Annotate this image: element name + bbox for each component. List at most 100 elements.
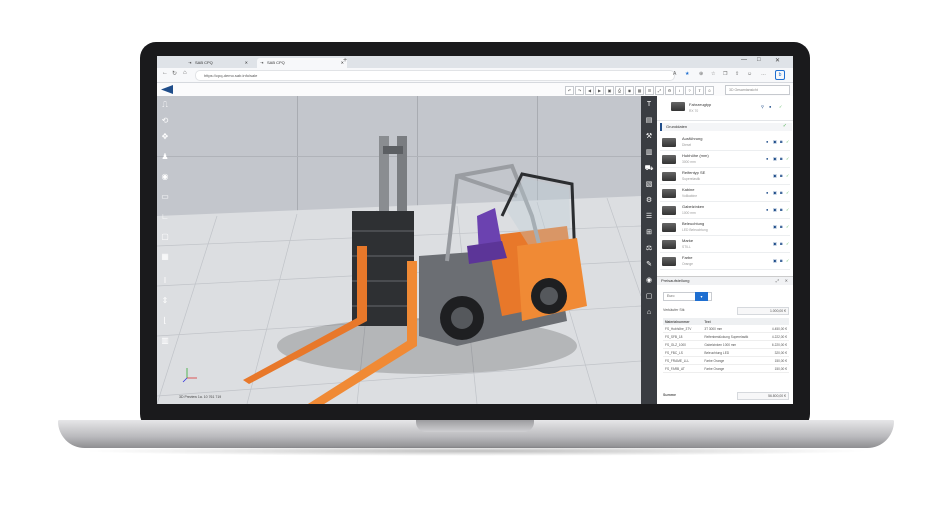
measure-tool-icon[interactable]: ⎍ [160, 100, 170, 110]
config-icon[interactable]: ⚒ [644, 132, 654, 142]
eye-tool-icon[interactable]: ◉ [160, 172, 170, 182]
toolbar-print-icon[interactable]: ⎙ [615, 86, 624, 95]
read-aloud-icon[interactable]: A [673, 71, 676, 77]
scale-icon[interactable]: ⚖ [644, 244, 654, 254]
option-item[interactable]: Marke STILL ▣ ◙ ✓ [660, 236, 790, 253]
close-icon[interactable]: ✕ [785, 278, 788, 283]
table-row[interactable]: FS_FRAME_LLL Farbe Orange 150,00 € [663, 356, 789, 365]
toolbar-settings-icon[interactable]: ⚙ [665, 86, 674, 95]
image-icon[interactable]: ▣ [773, 241, 777, 246]
maximize-button[interactable]: □ [757, 57, 761, 63]
image-icon[interactable]: ▣ [773, 224, 777, 229]
close-tab-icon[interactable]: ✕ [245, 58, 248, 68]
filter-icon[interactable]: ⚲ [761, 104, 764, 109]
section-grunddaten[interactable]: Grunddaten [660, 123, 792, 131]
toolbar-help-icon[interactable]: ? [685, 86, 694, 95]
browser-tab-2[interactable]: ⇥ SAB CPQ ✕ [257, 58, 347, 68]
option-item[interactable]: Hubhöhe (mm) 3000 mm ● ▣ ◙ ✓ [660, 151, 790, 168]
eye-icon[interactable]: ◉ [644, 276, 654, 286]
close-window-button[interactable]: ✕ [775, 57, 780, 64]
text-icon[interactable]: T [644, 100, 654, 110]
table-row[interactable]: FS_GLZ_1000 Gabelzinken 1000 mm 6.220,00… [663, 340, 789, 349]
settings-icon[interactable]: ⚙ [644, 196, 654, 206]
toolbar-view-icon[interactable]: ◉ [625, 86, 634, 95]
layers-icon[interactable]: ▧ [644, 180, 654, 190]
table-row[interactable]: FS_Hubhöhe_3TV 3T 3000 mm 4.450,00 € [663, 325, 789, 333]
url-input[interactable]: https://cpq-demo.sab.info/sale [195, 70, 675, 81]
profile-icon[interactable]: ☺ [747, 71, 752, 77]
list-icon[interactable]: ☰ [644, 212, 654, 222]
corner-tool-icon[interactable]: ⌊ [160, 316, 170, 326]
image-icon[interactable]: ▣ [773, 190, 777, 195]
camera-icon[interactable]: ◙ [780, 139, 782, 144]
reload-icon[interactable]: ↻ [172, 70, 177, 77]
toolbar-prev-icon[interactable]: ◀ [585, 86, 594, 95]
toolbar-info-icon[interactable]: i [675, 86, 684, 95]
toolbar-save-icon[interactable]: ▣ [605, 86, 614, 95]
pen-icon[interactable]: ✎ [644, 260, 654, 270]
info-icon[interactable]: ● [769, 104, 771, 109]
table-row[interactable]: FS_FARB_AT Farbe Orange 150,00 € [663, 364, 789, 373]
collections-icon[interactable]: ❐ [723, 71, 727, 77]
option-item[interactable]: Kabine Vollkabine ● ▣ ◙ ✓ [660, 185, 790, 202]
new-tab-button[interactable]: + [343, 57, 347, 64]
ruler-tool-icon[interactable]: I [160, 276, 170, 286]
minimize-button[interactable]: — [741, 57, 747, 63]
table-icon[interactable]: ▤ [644, 116, 654, 126]
info-icon[interactable]: ● [766, 156, 768, 161]
frame-icon[interactable]: ⊞ [644, 228, 654, 238]
option-item[interactable]: Reifentyp SE Superelastik ▣ ◙ ✓ [660, 168, 790, 185]
frame-tool-icon[interactable]: ▢ [160, 232, 170, 242]
box-icon[interactable]: ▢ [644, 292, 654, 302]
image-icon[interactable]: ▣ [773, 156, 777, 161]
image-icon[interactable]: ▣ [773, 258, 777, 263]
camera-icon[interactable]: ◙ [780, 241, 782, 246]
share-icon[interactable]: ⇪ [735, 71, 739, 77]
toolbar-user-icon[interactable]: ☺ [705, 86, 714, 95]
camera-icon[interactable]: ◙ [780, 190, 782, 195]
toolbar-redo-icon[interactable]: ↷ [575, 86, 584, 95]
toolbar-grid-icon[interactable]: ▦ [635, 86, 644, 95]
table-row[interactable]: FS_SFB_18 Reifenbestückung Superelastik … [663, 332, 789, 341]
section-tool-icon[interactable]: ▥ [160, 336, 170, 346]
3d-viewport[interactable] [157, 96, 641, 404]
screenshot-tool-icon[interactable]: ▭ [160, 192, 170, 202]
camera-icon[interactable]: ◙ [780, 156, 782, 161]
toolbar-list-icon[interactable]: ☰ [645, 86, 654, 95]
option-item[interactable]: Ausführung Diesel ● ▣ ◙ ✓ [660, 134, 790, 151]
image-icon[interactable]: ▣ [773, 173, 777, 178]
truck-icon[interactable]: ⛟ [644, 164, 654, 174]
pan-tool-icon[interactable]: ✥ [160, 132, 170, 142]
option-item[interactable]: Farbe Orange ▣ ◙ ✓ [660, 253, 790, 270]
angle-tool-icon[interactable]: ∟ [160, 212, 170, 222]
rotate-tool-icon[interactable]: ⟲ [160, 116, 170, 126]
browser-tab-1[interactable]: ⇥ SAB CPQ ✕ [185, 58, 251, 68]
image-icon[interactable]: ▣ [773, 207, 777, 212]
toolbar-expand-icon[interactable]: ⤢ [655, 86, 664, 95]
back-icon[interactable]: ← [162, 70, 168, 76]
info-icon[interactable]: ● [766, 190, 768, 195]
favorite-icon[interactable]: ★ [685, 71, 689, 77]
expand-icon[interactable]: ⤢ [776, 278, 779, 283]
camera-icon[interactable]: ◙ [780, 173, 782, 178]
extension-icon[interactable]: ⊕ [699, 71, 703, 77]
option-item[interactable]: Gabelzinken 1000 mm ● ▣ ◙ ✓ [660, 202, 790, 219]
image-icon[interactable]: ▣ [773, 139, 777, 144]
bing-icon[interactable]: b [775, 70, 785, 80]
height-tool-icon[interactable]: ⇕ [160, 296, 170, 306]
currency-dropdown-button[interactable]: ▾ [695, 292, 708, 301]
chart-icon[interactable]: ▥ [644, 148, 654, 158]
toolbar-share-icon[interactable]: ⇪ [695, 86, 704, 95]
toolbar-next-icon[interactable]: ▶ [595, 86, 604, 95]
toolbar-undo-icon[interactable]: ↶ [565, 86, 574, 95]
table-row[interactable]: FS_FBC_LS Beleuchtung LED 320,00 € [663, 348, 789, 357]
info-icon[interactable]: ● [766, 139, 768, 144]
info-icon[interactable]: ● [766, 207, 768, 212]
cart-icon[interactable]: ⌂ [644, 308, 654, 318]
view-search-input[interactable]: 3D Gesamtansicht [725, 85, 790, 95]
walk-tool-icon[interactable]: ♟ [160, 152, 170, 162]
camera-icon[interactable]: ◙ [780, 224, 782, 229]
favorites-icon[interactable]: ☆ [711, 71, 715, 77]
camera-icon[interactable]: ◙ [780, 207, 782, 212]
option-item[interactable]: Beleuchtung LED Beleuchtung ▣ ◙ ✓ [660, 219, 790, 236]
